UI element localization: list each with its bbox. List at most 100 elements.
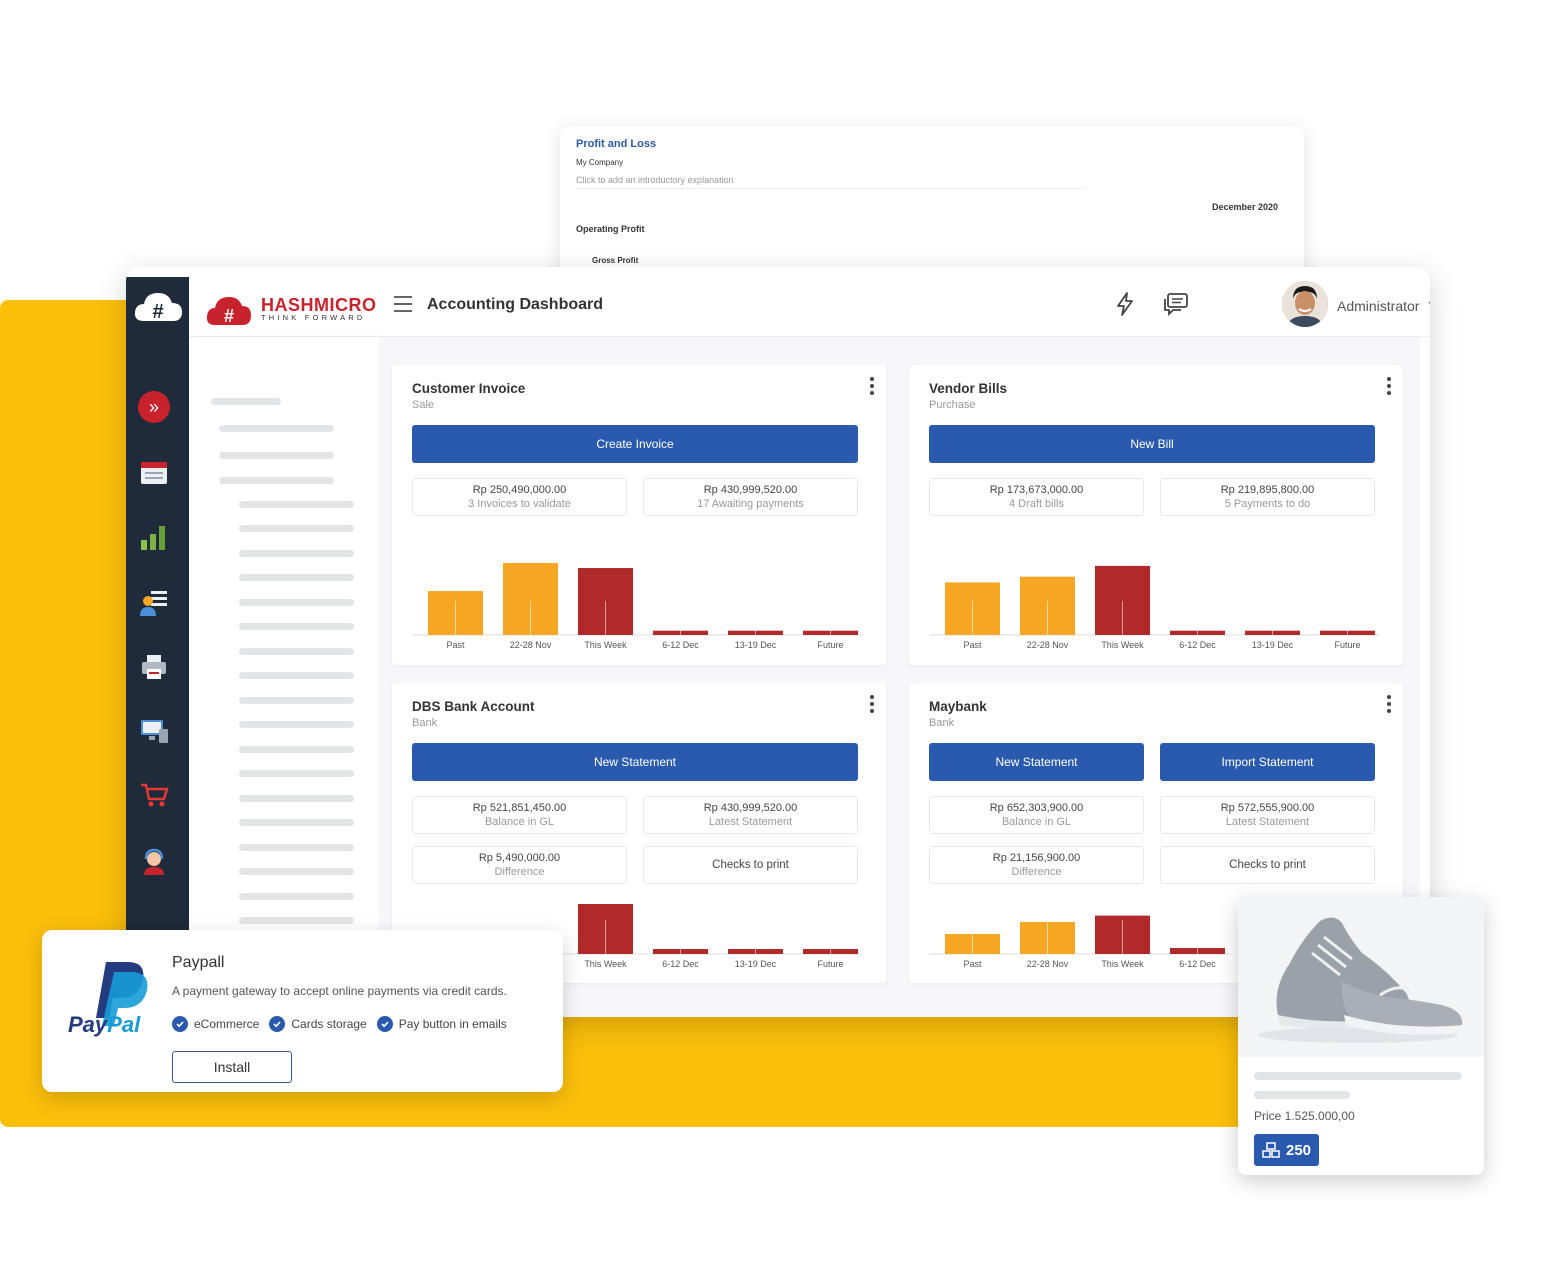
latest-statement-stat[interactable]: Rp 430,999,520.00 Latest Statement <box>643 796 858 834</box>
chart-tick-label: This Week <box>1101 959 1144 969</box>
product-image <box>1238 897 1484 1057</box>
more-options-icon[interactable] <box>1387 695 1393 713</box>
product-name-skeleton <box>1254 1091 1350 1099</box>
chart-tick-label: 22-28 Nov <box>1027 640 1069 650</box>
report-period: December 2020 <box>1211 202 1278 212</box>
maybank-bar-chart: Past 22-28 Nov This Week 6-12 Dec <box>929 915 1229 969</box>
sidebar-skeleton-line <box>239 819 354 826</box>
app-description: A payment gateway to accept online payme… <box>172 984 507 998</box>
computer-icon[interactable] <box>136 713 172 749</box>
card-title: Customer Invoice <box>412 381 526 396</box>
sidebar-skeleton-line <box>239 795 354 802</box>
more-options-icon[interactable] <box>870 695 876 713</box>
card-title: Vendor Bills <box>929 381 1008 396</box>
stat-label: 4 Draft bills <box>1008 498 1065 510</box>
menu-sidebar-placeholder <box>189 337 379 1017</box>
draft-bills-stat[interactable]: Rp 173,673,000.00 4 Draft bills <box>929 478 1144 516</box>
report-intro-field[interactable]: Click to add an introductory explanation <box>576 175 1086 189</box>
calendar-icon[interactable] <box>136 455 172 491</box>
awaiting-payments-stat[interactable]: Rp 430,999,520.00 17 Awaiting payments <box>643 478 858 516</box>
stat-value: Rp 521,851,450.00 <box>472 802 567 814</box>
balance-in-gl-stat[interactable]: Rp 652,303,900.00 Balance in GL <box>929 796 1144 834</box>
stock-badge: 250 <box>1254 1134 1320 1166</box>
sidebar-skeleton-line <box>239 574 354 581</box>
support-agent-icon[interactable] <box>136 843 172 879</box>
feature-label: Cards storage <box>291 1017 367 1031</box>
top-bar: # HASHMICRO THINK FORWARD Accounting Das… <box>189 267 1430 337</box>
sidebar-skeleton-line <box>239 844 354 851</box>
new-bill-button[interactable]: New Bill <box>929 425 1375 463</box>
feature-item: Pay button in emails <box>376 1016 507 1032</box>
lightning-icon[interactable] <box>1112 291 1138 317</box>
customer-invoice-card: Customer Invoice Sale Create Invoice Rp … <box>392 365 886 665</box>
chart-tick-label: 22-28 Nov <box>1027 959 1069 969</box>
sidebar-skeleton-line <box>219 452 334 459</box>
sidebar-skeleton-line <box>239 501 354 508</box>
difference-stat[interactable]: Rp 5,490,000.00 Difference <box>412 846 627 884</box>
stat-value: Rp 21,156,900.00 <box>992 852 1081 864</box>
chevron-down-icon[interactable] <box>1427 298 1430 313</box>
balance-in-gl-stat[interactable]: Rp 521,851,450.00 Balance in GL <box>412 796 627 834</box>
sidebar-skeleton-line <box>239 721 354 728</box>
brand-logo[interactable]: # HASHMICRO THINK FORWARD <box>205 293 377 327</box>
product-card[interactable]: Price 1.525.000,00 250 <box>1238 897 1484 1175</box>
chart-tick-label: Past <box>963 640 982 650</box>
chat-icon[interactable] <box>1162 291 1188 317</box>
chart-tick-label: Future <box>817 640 843 650</box>
stat-value: Rp 430,999,520.00 <box>703 802 798 814</box>
chart-tick-label: This Week <box>584 959 627 969</box>
report-company: My Company <box>576 158 624 167</box>
bar-chart-icon[interactable] <box>136 519 172 555</box>
chart-tick-label: Past <box>446 640 465 650</box>
cloud-logo-icon[interactable]: # <box>132 285 184 329</box>
paypal-wordmark: PayPal <box>68 1012 140 1038</box>
product-name-skeleton <box>1254 1072 1462 1080</box>
rail-expand-button[interactable]: » <box>136 389 172 425</box>
create-invoice-button[interactable]: Create Invoice <box>412 425 858 463</box>
chart-tick-label: 6-12 Dec <box>1179 959 1216 969</box>
sidebar-skeleton-line <box>239 599 354 606</box>
sidebar-skeleton-line <box>211 398 281 405</box>
paypal-app-card: PayPal Paypall A payment gateway to acce… <box>42 930 563 1092</box>
printer-icon[interactable] <box>136 649 172 685</box>
invoices-to-validate-stat[interactable]: Rp 250,490,000.00 3 Invoices to validate <box>412 478 627 516</box>
chart-tick-label: 6-12 Dec <box>662 640 699 650</box>
brand-name: HASHMICRO <box>261 295 377 315</box>
shopping-cart-icon[interactable] <box>136 777 172 813</box>
sidebar-skeleton-line <box>239 770 354 777</box>
brand-tagline: THINK FORWARD <box>261 313 366 322</box>
boxes-icon <box>1262 1142 1280 1158</box>
checks-to-print-button[interactable]: Checks to print <box>643 846 858 884</box>
import-statement-button[interactable]: Import Statement <box>1160 743 1375 781</box>
card-subtitle: Sale <box>412 399 435 411</box>
card-subtitle: Bank <box>412 717 438 729</box>
more-options-icon[interactable] <box>870 377 876 395</box>
paypal-wordmark-pay: Pay <box>68 1012 108 1037</box>
latest-statement-stat[interactable]: Rp 572,555,900.00 Latest Statement <box>1160 796 1375 834</box>
app-title: Paypall <box>172 954 225 971</box>
card-subtitle: Purchase <box>929 399 976 411</box>
menu-icon[interactable] <box>394 296 412 312</box>
marketing-composite: Profit and Loss My Company Click to add … <box>0 0 1548 1261</box>
new-statement-button[interactable]: New Statement <box>412 743 858 781</box>
difference-stat[interactable]: Rp 21,156,900.00 Difference <box>929 846 1144 884</box>
employee-list-icon[interactable] <box>136 585 172 621</box>
stat-value: Rp 219,895,800.00 <box>1220 484 1315 496</box>
chart-tick-label: 6-12 Dec <box>1179 640 1216 650</box>
stat-label: 3 Invoices to validate <box>468 498 571 510</box>
sidebar-skeleton-line <box>219 425 334 432</box>
user-name[interactable]: Administrator <box>1337 298 1419 314</box>
icon-rail: # » <box>126 277 189 1017</box>
sidebar-skeleton-line <box>239 525 354 532</box>
chart-tick-label: 13-19 Dec <box>735 959 777 969</box>
avatar[interactable] <box>1282 281 1328 327</box>
report-title: Profit and Loss <box>576 138 657 150</box>
more-options-icon[interactable] <box>1387 377 1393 395</box>
payments-to-do-stat[interactable]: Rp 219,895,800.00 5 Payments to do <box>1160 478 1375 516</box>
install-button[interactable]: Install <box>172 1051 292 1083</box>
check-icon <box>269 1016 286 1032</box>
checks-to-print-button[interactable]: Checks to print <box>1160 846 1375 884</box>
new-statement-button[interactable]: New Statement <box>929 743 1144 781</box>
chart-tick-label: 13-19 Dec <box>735 640 777 650</box>
stat-label: Balance in GL <box>484 816 555 828</box>
